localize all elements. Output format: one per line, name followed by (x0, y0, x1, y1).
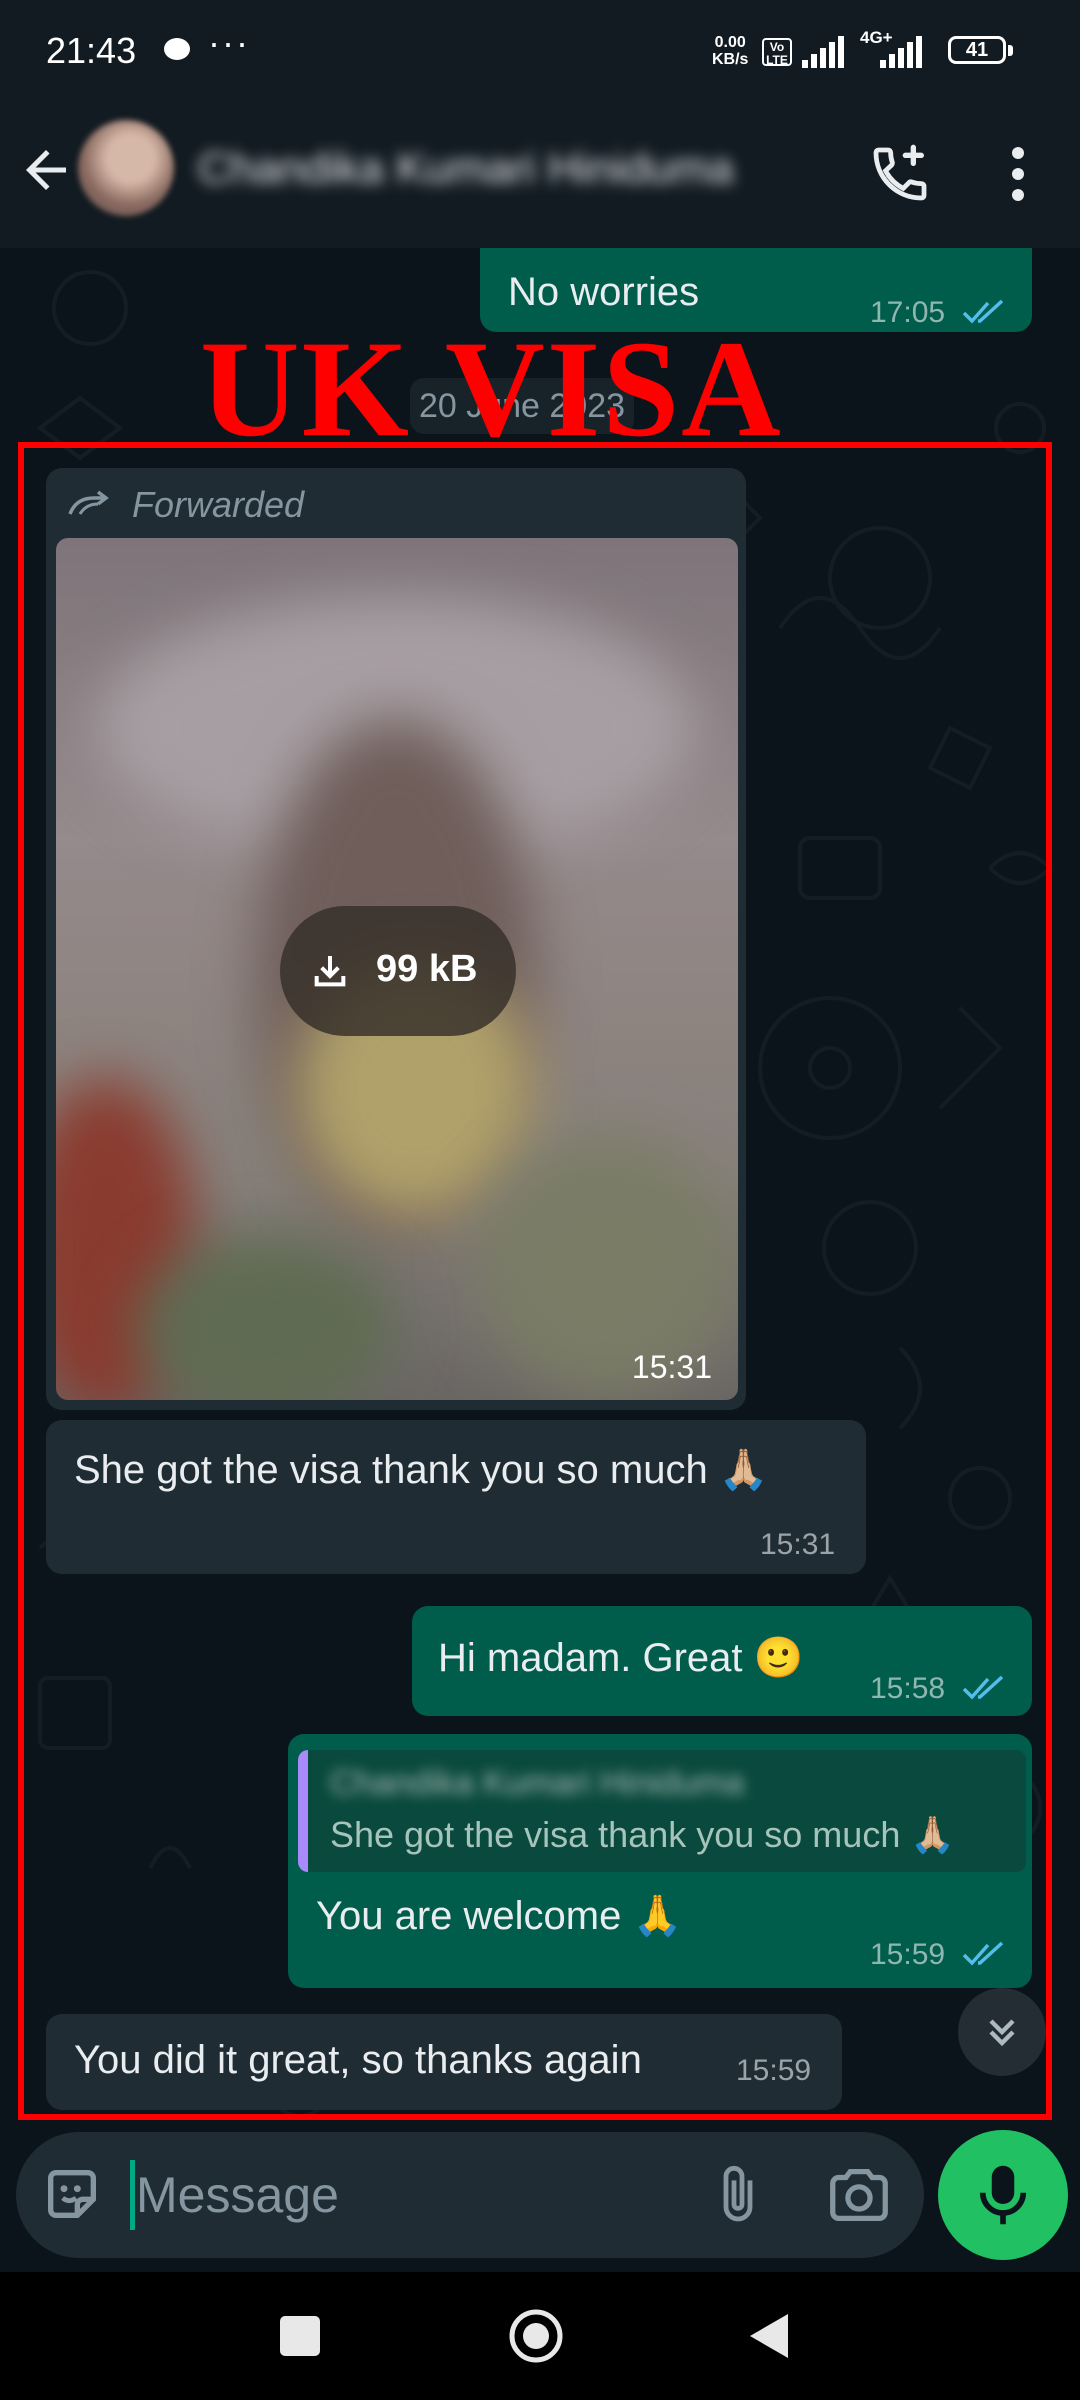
back-arrow-icon[interactable] (16, 140, 76, 200)
contact-name[interactable]: Chandika Kumari Hiniduma (198, 144, 734, 194)
network-speed-value: 0.00 (714, 34, 746, 51)
signal-icon-2 (880, 36, 930, 68)
nav-recent-icon[interactable] (280, 2316, 320, 2356)
message-time: 17:05 (870, 296, 946, 329)
more-notifications-icon: ··· (208, 22, 250, 63)
add-call-icon[interactable] (868, 142, 932, 206)
message-composer (16, 2132, 924, 2258)
mic-button[interactable] (938, 2130, 1068, 2260)
chat-notification-icon (164, 38, 190, 60)
double-check-icon (962, 299, 1004, 324)
more-vert-icon[interactable] (1000, 144, 1036, 204)
attach-icon[interactable] (706, 2160, 770, 2230)
nav-back-icon[interactable] (748, 2312, 790, 2360)
sticker-icon[interactable] (40, 2162, 104, 2226)
system-nav-bar (0, 2272, 1080, 2400)
message-text: No worries (508, 270, 700, 314)
status-time: 21:43 (46, 30, 137, 71)
network-speed-unit: KB/s (712, 51, 749, 68)
message-input[interactable] (132, 2154, 696, 2236)
battery-icon: 41 (948, 36, 1006, 64)
signal-icon (802, 36, 852, 68)
network-speed: 0.00 KB/s (712, 34, 748, 68)
volte-icon: Vo LTE (762, 38, 792, 67)
avatar[interactable] (78, 120, 174, 216)
annotation-frame (18, 442, 1052, 2120)
status-bar: 21:43 ··· 0.00 KB/s Vo LTE 4G+ 41 (0, 0, 1080, 100)
chat-header: Chandika Kumari Hiniduma (0, 100, 1080, 248)
nav-home-icon[interactable] (508, 2308, 564, 2364)
battery-tip (1008, 45, 1013, 56)
camera-icon[interactable] (824, 2160, 894, 2230)
chat-area[interactable]: No worries 17:05 20 June 2023 UK VISA Fo… (0, 248, 1080, 2128)
mic-icon (979, 2165, 1027, 2225)
